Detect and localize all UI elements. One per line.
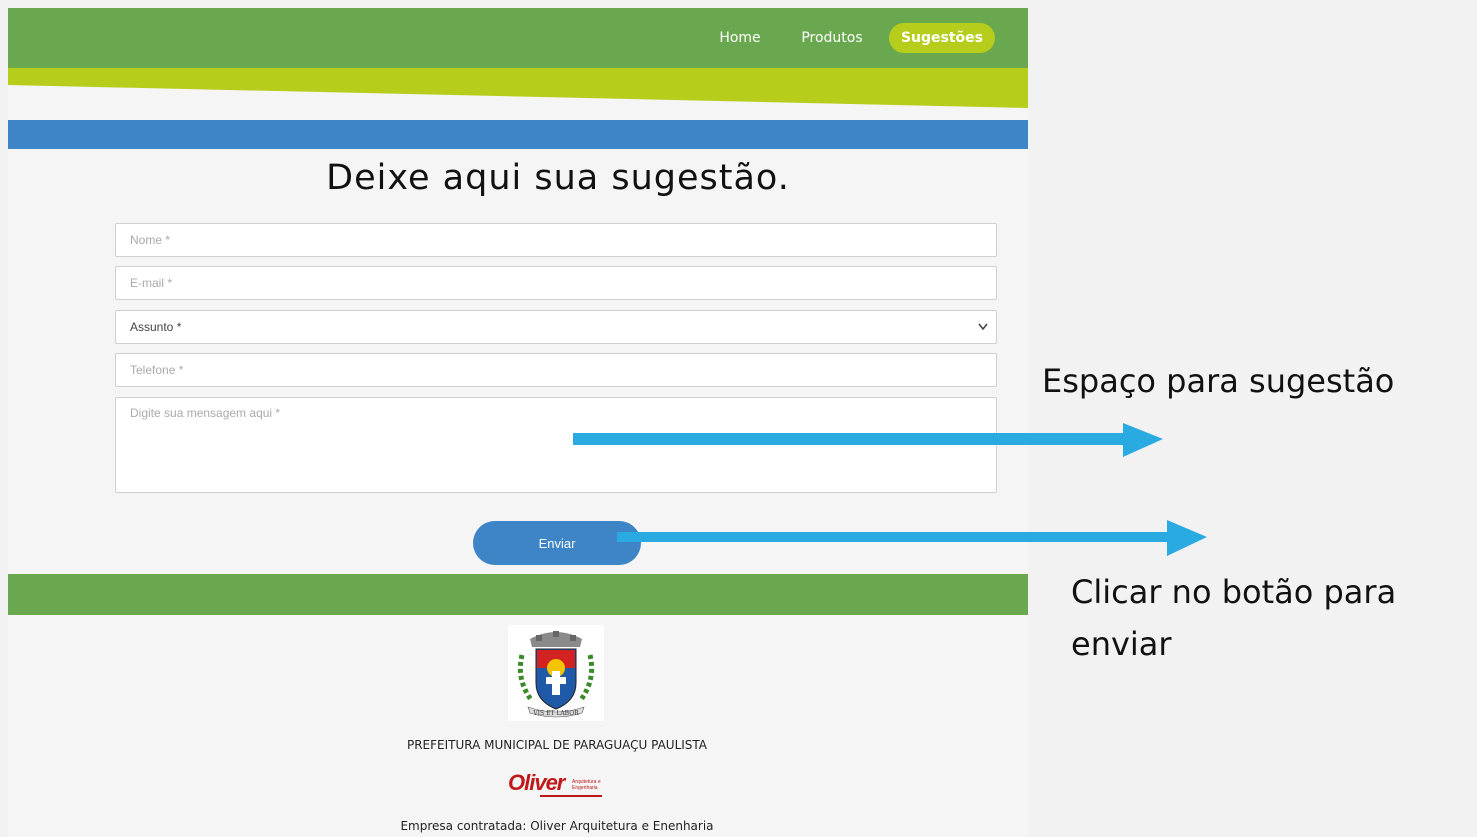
header-wave-decoration <box>8 68 1028 120</box>
crest-motto: VIS ET LABOR <box>532 710 579 717</box>
annotation-arrow-message <box>573 423 1163 457</box>
nav-home-link[interactable]: Home <box>709 23 771 53</box>
annotation-arrow-button <box>617 520 1207 556</box>
municipal-crest-logo: VIS ET LABOR <box>508 625 604 721</box>
subject-select[interactable]: Assunto * <box>115 310 997 344</box>
footer-green-band <box>8 574 1028 615</box>
prefeitura-name: PREFEITURA MUNICIPAL DE PARAGUAÇU PAULIS… <box>406 738 708 752</box>
oliver-logo-underline <box>540 795 602 797</box>
oliver-company-logo: Oliver Arquitetura e Engenharia <box>508 770 608 800</box>
send-button[interactable]: Enviar <box>473 521 641 565</box>
oliver-logo-subtext-2: Engenharia <box>572 785 598 791</box>
nav-produtos-link[interactable]: Produtos <box>792 23 872 53</box>
nav-sugestoes-link[interactable]: Sugestões <box>889 23 995 53</box>
header-bar: Home Produtos Sugestões <box>8 8 1028 68</box>
oliver-logo-word: Oliver <box>508 770 565 795</box>
name-input[interactable] <box>115 223 997 257</box>
email-input[interactable] <box>115 266 997 300</box>
chevron-down-icon <box>978 311 988 355</box>
subject-selected-value: Assunto * <box>130 320 182 334</box>
phone-input[interactable] <box>115 353 997 387</box>
header-blue-band <box>8 120 1028 149</box>
annotation-button-note: Clicar no botão para enviar <box>1071 573 1397 663</box>
page-title: Deixe aqui sua sugestão. <box>326 158 790 198</box>
company-credit: Empresa contratada: Oliver Arquitetura e… <box>400 819 714 833</box>
annotation-message-note: Espaço para sugestão <box>1042 362 1395 400</box>
